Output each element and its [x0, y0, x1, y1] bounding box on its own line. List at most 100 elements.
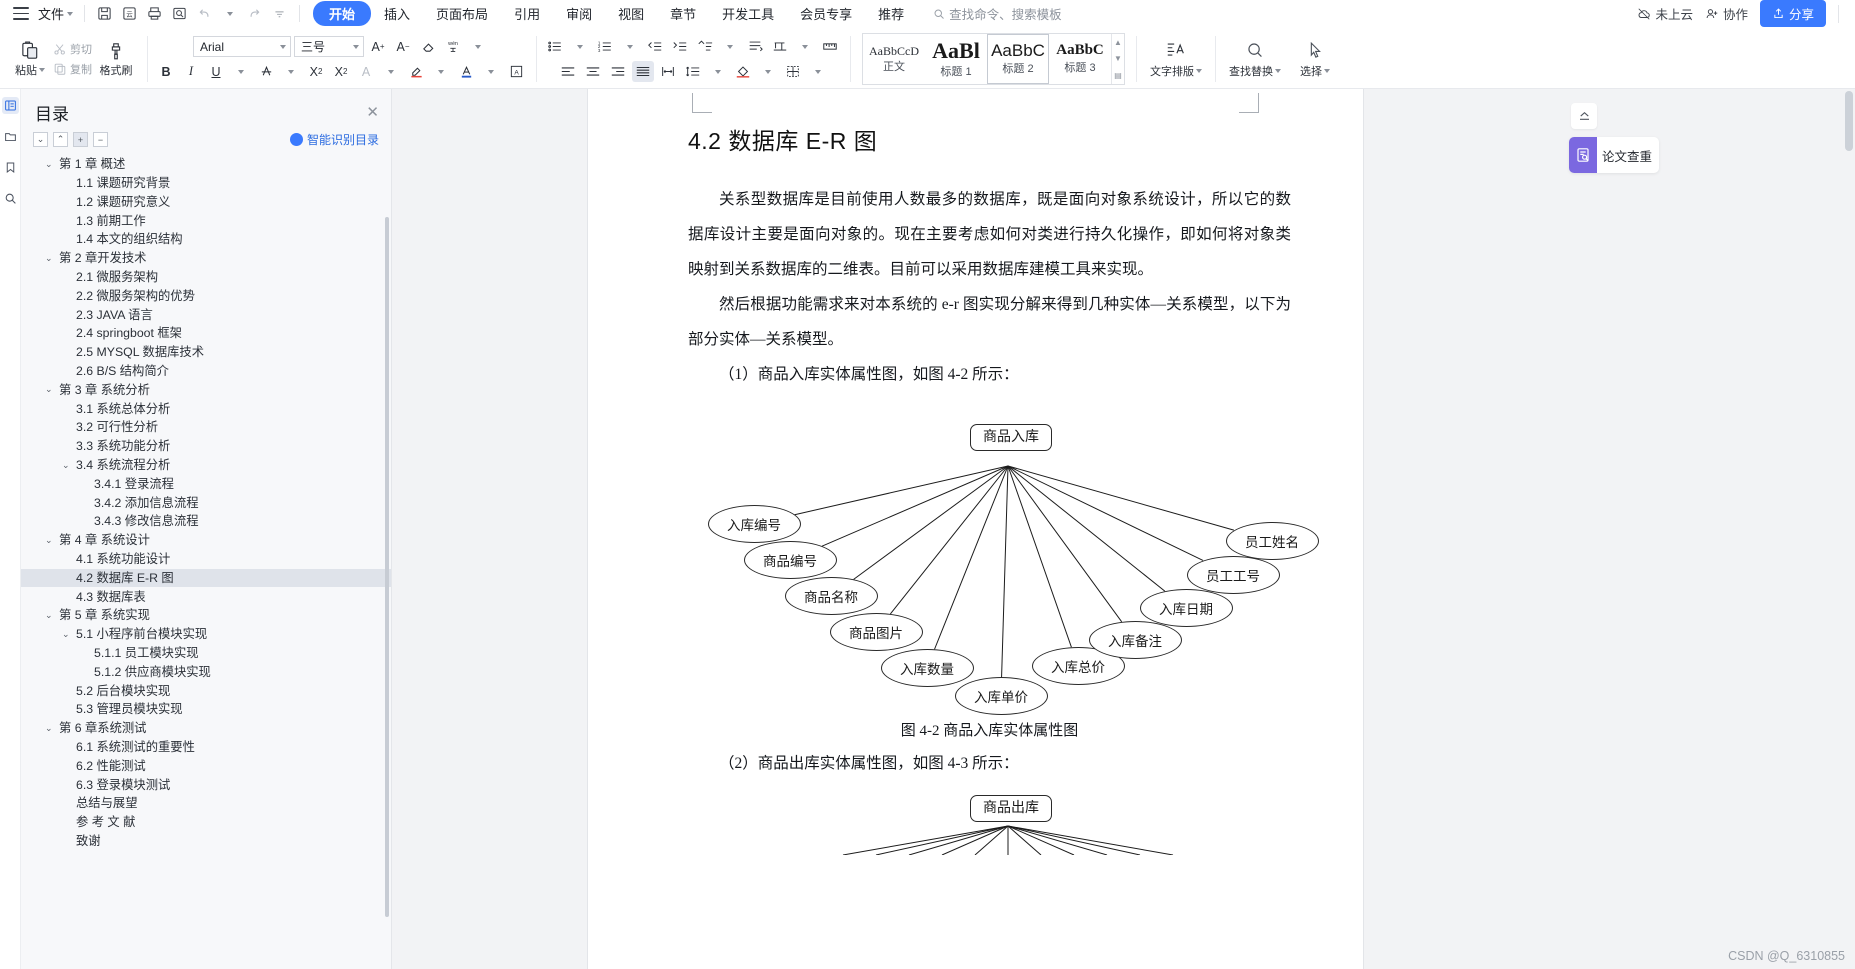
toc-item[interactable]: ⌄ 第 5 章 系统实现	[21, 606, 391, 625]
scroll-up-icon[interactable]: ▲	[1114, 38, 1122, 47]
file-menu-button[interactable]: 文件	[34, 2, 77, 25]
customize-quick-access-icon[interactable]	[267, 3, 292, 25]
toc-item[interactable]: 1.4 本文的组织结构	[21, 230, 391, 249]
underline-dropdown[interactable]	[230, 61, 252, 82]
toc-item[interactable]: 3.3 系统功能分析	[21, 437, 391, 456]
font-size-select[interactable]: 三号	[294, 36, 364, 57]
toc-item[interactable]: 2.3 JAVA 语言	[21, 305, 391, 324]
toc-item[interactable]: 4.3 数据库表	[21, 587, 391, 606]
toc-item[interactable]: ⌄ 第 6 章系统测试	[21, 719, 391, 738]
toc-item[interactable]: 总结与展望	[21, 794, 391, 813]
pinyin-guide-button[interactable]: wén	[442, 36, 464, 57]
paragraph-layout-button[interactable]	[744, 36, 766, 57]
italic-button[interactable]: I	[180, 61, 202, 82]
highlight-dropdown[interactable]	[430, 61, 452, 82]
toc-collapse-all-button[interactable]: −	[93, 132, 108, 147]
tab-references[interactable]: 引用	[501, 1, 553, 26]
toc-item[interactable]: 3.4.3 修改信息流程	[21, 512, 391, 531]
select-button[interactable]: 选择	[1285, 40, 1345, 79]
rail-bookmark-icon[interactable]	[2, 159, 19, 176]
toc-collapse-up-button[interactable]: ⌃	[53, 132, 68, 147]
toc-item[interactable]: ⌄ 3.4 系统流程分析	[21, 456, 391, 475]
save-icon[interactable]	[92, 3, 117, 25]
save-as-cloud-icon[interactable]: 云	[117, 3, 142, 25]
undo-dropdown-icon[interactable]	[217, 3, 242, 25]
increase-indent-button[interactable]	[669, 36, 691, 57]
sort-button[interactable]	[694, 36, 716, 57]
styles-scrollbar[interactable]: ▲ ▼ ▤	[1111, 34, 1124, 84]
highlight-color-button[interactable]	[405, 61, 427, 82]
toc-item[interactable]: 5.2 后台模块实现	[21, 681, 391, 700]
bullet-list-button[interactable]	[544, 36, 566, 57]
rail-documents-icon[interactable]	[2, 128, 19, 145]
collapse-ribbon-button[interactable]	[1571, 103, 1597, 129]
toc-item[interactable]: 参 考 文 献	[21, 813, 391, 832]
toc-item[interactable]: 6.2 性能测试	[21, 757, 391, 776]
typeset-button[interactable]: 文字排版	[1146, 40, 1206, 79]
character-border-button[interactable]: A	[505, 61, 527, 82]
numbered-list-dropdown[interactable]	[619, 36, 641, 57]
numbered-list-button[interactable]: 123	[594, 36, 616, 57]
line-spacing-dropdown[interactable]	[707, 61, 729, 82]
ruler-button[interactable]	[819, 36, 841, 57]
toc-item[interactable]: 3.4.2 添加信息流程	[21, 493, 391, 512]
close-icon[interactable]: ✕	[366, 105, 379, 120]
sort-dropdown[interactable]	[719, 36, 741, 57]
main-menu-icon[interactable]	[13, 7, 29, 20]
font-color-button[interactable]	[455, 61, 477, 82]
font-family-select[interactable]: Arial	[193, 36, 291, 57]
chevron-down-icon[interactable]: ⌄	[62, 460, 73, 470]
pinyin-dropdown[interactable]	[467, 36, 489, 57]
justify-button[interactable]	[631, 61, 654, 82]
redo-icon[interactable]	[242, 3, 267, 25]
toc-item[interactable]: 2.1 微服务架构	[21, 268, 391, 287]
toc-item[interactable]: 6.1 系统测试的重要性	[21, 738, 391, 757]
tab-dev-tools[interactable]: 开发工具	[709, 1, 787, 26]
align-left-button[interactable]	[557, 61, 579, 82]
toc-item[interactable]: 3.4.1 登录流程	[21, 475, 391, 494]
shading-button[interactable]	[732, 61, 754, 82]
tab-review[interactable]: 审阅	[553, 1, 605, 26]
collaborate-button[interactable]: 协作	[1705, 4, 1748, 23]
tab-member-exclusive[interactable]: 会员专享	[787, 1, 865, 26]
toc-item[interactable]: 致谢	[21, 832, 391, 851]
toc-item[interactable]: 2.2 微服务架构的优势	[21, 287, 391, 306]
tab-section[interactable]: 章节	[657, 1, 709, 26]
subscript-button[interactable]: X2	[330, 61, 352, 82]
find-replace-button[interactable]: 查找替换	[1225, 40, 1285, 79]
toc-item[interactable]: 4.2 数据库 E-R 图	[21, 568, 391, 588]
chevron-down-icon[interactable]: ⌄	[45, 535, 56, 545]
borders-dropdown[interactable]	[807, 61, 829, 82]
font-color-dropdown[interactable]	[480, 61, 502, 82]
toc-item[interactable]: 2.4 springboot 框架	[21, 324, 391, 343]
cut-button[interactable]: 剪切	[51, 40, 94, 58]
show-marks-button[interactable]	[769, 36, 791, 57]
text-effects-dropdown[interactable]	[380, 61, 402, 82]
toc-item[interactable]: ⌄ 第 2 章开发技术	[21, 249, 391, 268]
document-area[interactable]: 4.2 数据库 E-R 图 关系型数据库是目前使用人数最多的数据库，既是面向对象…	[392, 89, 1559, 969]
style-normal[interactable]: AaBbCcD 正文	[863, 34, 925, 84]
tab-insert[interactable]: 插入	[371, 1, 423, 26]
toc-item[interactable]: ⌄ 第 4 章 系统设计	[21, 531, 391, 550]
tab-page-layout[interactable]: 页面布局	[423, 1, 501, 26]
clear-format-button[interactable]	[417, 36, 439, 57]
decrease-indent-button[interactable]	[644, 36, 666, 57]
style-heading-3[interactable]: AaBbC 标题 3	[1049, 34, 1111, 84]
toc-expand-all-button[interactable]: +	[73, 132, 88, 147]
underline-button[interactable]: U	[205, 61, 227, 82]
show-marks-dropdown[interactable]	[794, 36, 816, 57]
toc-item[interactable]: 1.3 前期工作	[21, 211, 391, 230]
toc-item[interactable]: ⌄ 第 1 章 概述	[21, 155, 391, 174]
document-scrollbar[interactable]	[1845, 91, 1853, 151]
format-painter-button[interactable]: 格式刷	[94, 41, 138, 78]
align-right-button[interactable]	[607, 61, 629, 82]
bold-button[interactable]: B	[155, 61, 177, 82]
chevron-down-icon[interactable]: ⌄	[45, 723, 56, 733]
plugin-card-paper-check[interactable]: 论文查重	[1569, 137, 1659, 173]
toc-item[interactable]: 6.3 登录模块测试	[21, 775, 391, 794]
toc-item[interactable]: 2.6 B/S 结构简介	[21, 362, 391, 381]
toc-list[interactable]: ⌄ 第 1 章 概述 1.1 课题研究背景 1.2 课题研究意义 1.3 前期工作 1.4…	[21, 154, 391, 969]
shading-dropdown[interactable]	[757, 61, 779, 82]
undo-icon[interactable]	[192, 3, 217, 25]
scroll-down-icon[interactable]: ▼	[1114, 54, 1122, 63]
